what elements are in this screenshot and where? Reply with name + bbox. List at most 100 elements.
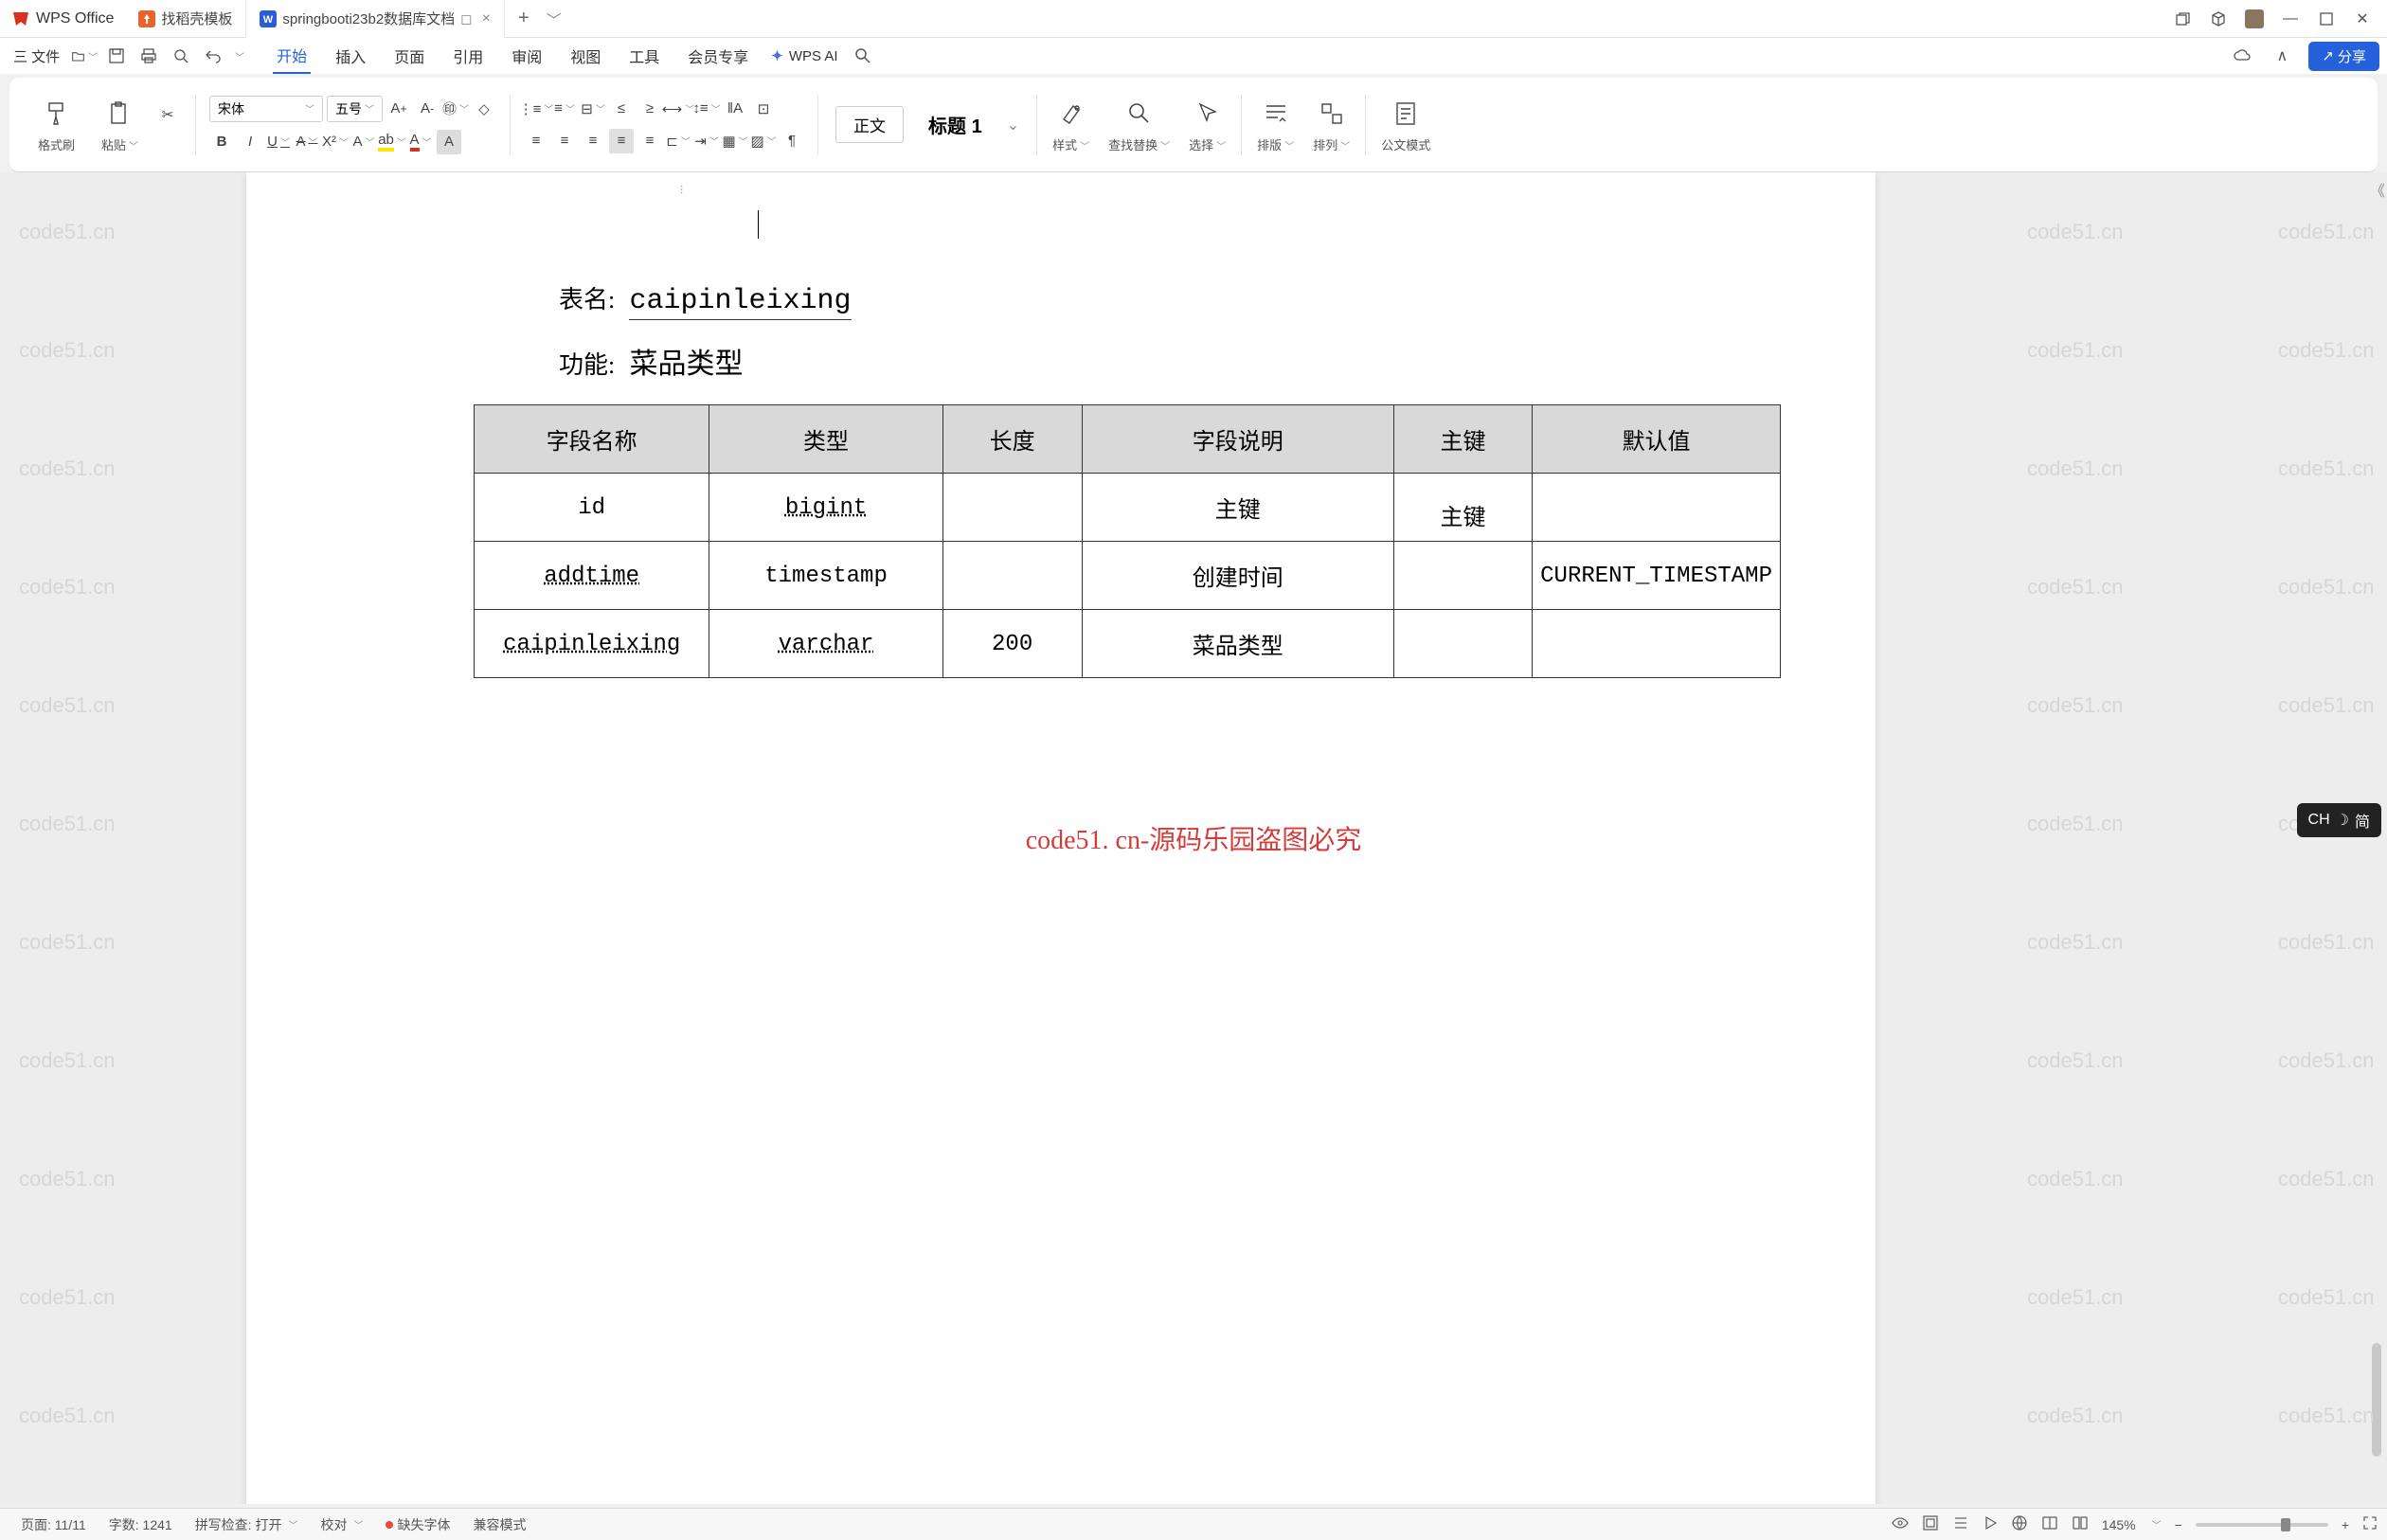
share-button[interactable]: ↗ 分享	[2308, 42, 2379, 71]
eye-icon[interactable]	[1892, 1514, 1909, 1534]
cloud-icon[interactable]	[2229, 43, 2255, 69]
format-painter-button[interactable]: 格式刷	[28, 97, 84, 153]
multiwindow-icon[interactable]	[2173, 9, 2192, 28]
style-panel-button[interactable]: 样式﹀	[1043, 97, 1099, 153]
zoom-value[interactable]: 145%	[2102, 1517, 2136, 1532]
undo-caret[interactable]: ﹀	[235, 49, 244, 63]
bold-icon[interactable]: B	[209, 130, 234, 154]
page-layout-icon[interactable]	[1922, 1514, 1939, 1534]
zoom-out-icon[interactable]: −	[2175, 1517, 2182, 1532]
paste-button[interactable]: 粘贴﹀	[92, 97, 148, 153]
clear-format-icon[interactable]: ◇	[472, 97, 496, 121]
font-name-select[interactable]: 宋体﹀	[209, 96, 323, 122]
open-icon[interactable]: ﹀	[71, 43, 98, 69]
bullets-icon[interactable]: ⋮≡﹀	[524, 97, 548, 121]
align-justify-icon[interactable]: ≡	[609, 129, 634, 153]
fullscreen-icon[interactable]	[2362, 1515, 2378, 1533]
menu-tab-page[interactable]: 页面	[390, 39, 428, 73]
arrange-v-button[interactable]: 排版﹀	[1247, 97, 1303, 153]
shading-icon[interactable]: ▨﹀	[751, 129, 776, 153]
style-more-icon[interactable]: ⌄	[1007, 116, 1019, 134]
read-mode-icon[interactable]	[2041, 1514, 2058, 1534]
dual-page-icon[interactable]	[2072, 1514, 2089, 1534]
document-area[interactable]: code51.cncode51.cncode51.cncode51.cncode…	[0, 172, 2387, 1504]
style-normal-button[interactable]: 正文	[835, 106, 904, 143]
add-tab-button[interactable]: +	[505, 8, 543, 29]
numbering-icon[interactable]: ≡﹀	[552, 97, 577, 121]
italic-icon[interactable]: I	[238, 130, 262, 154]
close-window-icon[interactable]: ✕	[2353, 9, 2372, 28]
decrease-font-icon[interactable]: A-	[415, 97, 440, 121]
wps-ai-button[interactable]: ✦ WPS AI	[771, 47, 837, 64]
increase-font-icon[interactable]: A+	[386, 97, 411, 121]
status-compat[interactable]: 兼容模式	[461, 1515, 537, 1534]
status-page[interactable]: 页面: 11/11	[9, 1515, 98, 1534]
tab-menu-caret[interactable]: ﹀	[547, 8, 562, 30]
style-heading-button[interactable]: 标题 1	[917, 105, 994, 144]
arrange-h-button[interactable]: 排列﹀	[1303, 97, 1359, 153]
menu-tab-member[interactable]: 会员专享	[684, 39, 752, 73]
status-missing-font[interactable]: 缺失字体	[374, 1515, 461, 1534]
vertical-scrollbar[interactable]	[2372, 1343, 2381, 1457]
save-icon[interactable]	[103, 43, 130, 69]
zoom-in-icon[interactable]: +	[2342, 1517, 2349, 1532]
avatar-icon[interactable]	[2245, 9, 2264, 28]
font-size-select[interactable]: 五号﹀	[327, 96, 383, 122]
char-shading-icon[interactable]: A	[437, 130, 461, 154]
tab-icon[interactable]: ⇥﹀	[694, 129, 719, 153]
zoom-thumb[interactable]	[2281, 1518, 2290, 1531]
close-tab-icon[interactable]: ×	[482, 10, 491, 27]
text-direction-icon[interactable]: ‖A	[723, 97, 747, 121]
menu-tab-view[interactable]: 视图	[566, 39, 604, 73]
indent-icon[interactable]: ⊏﹀	[666, 129, 691, 153]
menu-tab-insert[interactable]: 插入	[332, 39, 369, 73]
change-case-icon[interactable]: ㊞﹀	[443, 97, 468, 121]
undo-icon[interactable]	[200, 43, 226, 69]
underline-icon[interactable]: U﹀	[266, 130, 291, 154]
align-distribute-icon[interactable]: ≡	[637, 129, 662, 153]
maximize-icon[interactable]	[2317, 9, 2336, 28]
border-icon[interactable]: ▦﹀	[723, 129, 747, 153]
select-button[interactable]: 选择﹀	[1179, 97, 1235, 153]
menu-tab-home[interactable]: 开始	[273, 38, 311, 74]
strikethrough-icon[interactable]: A﹀	[295, 130, 319, 154]
panel-collapse-icon[interactable]: 《	[2370, 178, 2385, 201]
menu-tab-review[interactable]: 审阅	[508, 39, 546, 73]
tab-template[interactable]: 找稻壳模板	[125, 0, 246, 38]
para-spacing-icon[interactable]: ⊡	[751, 97, 776, 121]
status-proof[interactable]: 校对﹀	[309, 1515, 374, 1534]
status-words[interactable]: 字数: 1241	[98, 1515, 184, 1534]
show-marks-icon[interactable]: ¶	[780, 129, 804, 153]
ime-indicator[interactable]: CH ☽ 简	[2297, 803, 2381, 837]
zoom-slider[interactable]	[2196, 1523, 2328, 1527]
highlight-icon[interactable]: ab﹀	[380, 130, 404, 154]
menu-tab-reference[interactable]: 引用	[449, 39, 487, 73]
multilevel-icon[interactable]: ⊟﹀	[581, 97, 605, 121]
font-effect-icon[interactable]: A﹀	[351, 130, 376, 154]
minimize-icon[interactable]: —	[2281, 9, 2300, 28]
file-menu[interactable]: 三 文件	[8, 43, 65, 70]
cube-icon[interactable]	[2209, 9, 2228, 28]
menu-tab-tools[interactable]: 工具	[625, 39, 663, 73]
web-layout-icon[interactable]	[2011, 1514, 2028, 1534]
align-center-icon[interactable]: ≡	[552, 129, 577, 153]
status-spellcheck[interactable]: 拼写检查: 打开﹀	[184, 1515, 310, 1534]
char-scale-icon[interactable]: ⟷﹀	[666, 97, 691, 121]
play-icon[interactable]	[1983, 1515, 1998, 1533]
font-color-icon[interactable]: A﹀	[408, 130, 433, 154]
print-icon[interactable]	[135, 43, 162, 69]
outline-icon[interactable]	[1952, 1514, 1969, 1534]
search-icon[interactable]	[850, 43, 876, 69]
tab-document[interactable]: W springbooti23b2数据库文档 ◻ ×	[246, 0, 505, 38]
preview-icon[interactable]	[168, 43, 194, 69]
find-replace-button[interactable]: 查找替换﹀	[1099, 97, 1179, 153]
align-right-icon[interactable]: ≡	[581, 129, 605, 153]
cut-icon[interactable]: ✂	[155, 102, 180, 127]
zoom-caret[interactable]: ﹀	[2152, 1517, 2162, 1531]
official-button[interactable]: 公文模式	[1372, 97, 1440, 153]
increase-indent-icon[interactable]: ≥	[637, 97, 662, 121]
line-spacing-icon[interactable]: ↕≡﹀	[694, 97, 719, 121]
decrease-indent-icon[interactable]: ≤	[609, 97, 634, 121]
superscript-icon[interactable]: X²﹀	[323, 130, 348, 154]
align-left-icon[interactable]: ≡	[524, 129, 548, 153]
